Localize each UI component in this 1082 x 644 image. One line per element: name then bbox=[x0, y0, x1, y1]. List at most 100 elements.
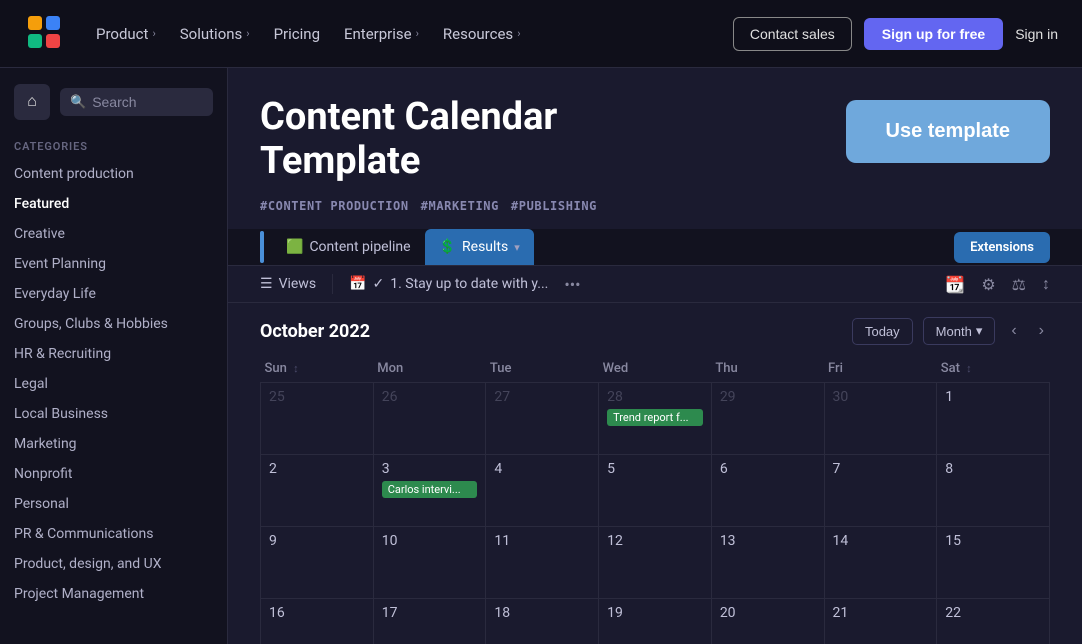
tag-publishing[interactable]: #PUBLISHING bbox=[511, 199, 597, 213]
logo[interactable] bbox=[24, 12, 64, 56]
nav-pricing[interactable]: Pricing bbox=[274, 25, 320, 43]
tab-content-pipeline[interactable]: 🟩 Content pipeline bbox=[272, 229, 425, 265]
calendar-day-cell[interactable]: 25 bbox=[261, 383, 374, 455]
sidebar-item-project-management[interactable]: Project Management bbox=[0, 579, 227, 609]
calendar-day-cell[interactable]: 30 bbox=[824, 383, 937, 455]
day-number: 6 bbox=[720, 461, 816, 477]
calendar-day-cell[interactable]: 11 bbox=[486, 527, 599, 599]
search-box[interactable]: 🔍 bbox=[60, 88, 213, 116]
calendar-day-cell[interactable]: 10 bbox=[373, 527, 486, 599]
content-area: Content Calendar Template Use template #… bbox=[228, 68, 1082, 644]
calendar-event[interactable]: Trend report f... bbox=[607, 409, 703, 426]
nav-solutions[interactable]: Solutions › bbox=[180, 25, 250, 43]
calendar-day-cell[interactable]: 6 bbox=[711, 455, 824, 527]
filter-icon[interactable]: ⚖ bbox=[1012, 275, 1026, 294]
sidebar-item-groups[interactable]: Groups, Clubs & Hobbies bbox=[0, 309, 227, 339]
calendar-day-cell[interactable]: 20 bbox=[711, 599, 824, 644]
calendar-day-cell[interactable]: 2 bbox=[261, 455, 374, 527]
tab-results[interactable]: 💲 Results ▾ bbox=[425, 229, 534, 265]
sidebar-item-personal[interactable]: Personal bbox=[0, 489, 227, 519]
calendar-day-cell[interactable]: 21 bbox=[824, 599, 937, 644]
calendar-day-cell[interactable]: 14 bbox=[824, 527, 937, 599]
sort-icon[interactable]: ↕ bbox=[1042, 274, 1050, 294]
nav-product[interactable]: Product › bbox=[96, 25, 156, 43]
sidebar-item-product-design[interactable]: Product, design, and UX bbox=[0, 549, 227, 579]
calendar-day-cell[interactable]: 15 bbox=[937, 527, 1050, 599]
calendar-day-cell[interactable]: 22 bbox=[937, 599, 1050, 644]
calendar-day-cell[interactable]: 3 Carlos intervi... bbox=[373, 455, 486, 527]
home-button[interactable]: ⌂ bbox=[14, 84, 50, 120]
calendar-day-cell[interactable]: 28 Trend report f... bbox=[599, 383, 712, 455]
sidebar-item-pr[interactable]: PR & Communications bbox=[0, 519, 227, 549]
nav-enterprise[interactable]: Enterprise › bbox=[344, 25, 419, 43]
calendar-day-cell[interactable]: 26 bbox=[373, 383, 486, 455]
use-template-button[interactable]: Use template bbox=[846, 100, 1051, 163]
sidebar-item-local-business[interactable]: Local Business bbox=[0, 399, 227, 429]
calendar-day-cell[interactable]: 1 bbox=[937, 383, 1050, 455]
col-fri: Fri bbox=[824, 355, 937, 383]
day-number: 25 bbox=[269, 389, 365, 405]
calendar-grid: Sun ↕ Mon Tue Wed Thu Fri Sat ↕ 25262728… bbox=[260, 355, 1050, 644]
day-number: 28 bbox=[607, 389, 703, 405]
day-number: 20 bbox=[720, 605, 816, 621]
settings-icon[interactable]: ⚙ bbox=[981, 275, 995, 294]
calendar-day-cell[interactable]: 13 bbox=[711, 527, 824, 599]
next-month-button[interactable]: › bbox=[1033, 318, 1050, 344]
day-number: 1 bbox=[945, 389, 1041, 405]
calendar-day-cell[interactable]: 5 bbox=[599, 455, 712, 527]
calendar-day-cell[interactable]: 8 bbox=[937, 455, 1050, 527]
calendar-day-cell[interactable]: 29 bbox=[711, 383, 824, 455]
calendar-day-cell[interactable]: 9 bbox=[261, 527, 374, 599]
calendar-icon[interactable]: 📆 bbox=[945, 275, 965, 294]
sidebar-item-hr[interactable]: HR & Recruiting bbox=[0, 339, 227, 369]
sidebar-item-content-production[interactable]: Content production bbox=[0, 159, 227, 189]
contact-sales-button[interactable]: Contact sales bbox=[733, 17, 852, 51]
calendar-day-cell[interactable]: 16 bbox=[261, 599, 374, 644]
day-number: 15 bbox=[945, 533, 1041, 549]
day-number: 11 bbox=[494, 533, 590, 549]
day-number: 16 bbox=[269, 605, 365, 621]
signin-button[interactable]: Sign in bbox=[1015, 26, 1058, 42]
tags-row: #CONTENT PRODUCTION #MARKETING #PUBLISHI… bbox=[228, 199, 1082, 229]
search-input[interactable] bbox=[92, 94, 203, 110]
calendar-week-row: 9101112131415 bbox=[261, 527, 1050, 599]
day-number: 17 bbox=[382, 605, 478, 621]
sidebar-item-creative[interactable]: Creative bbox=[0, 219, 227, 249]
calendar-day-cell[interactable]: 17 bbox=[373, 599, 486, 644]
nav-resources[interactable]: Resources › bbox=[443, 25, 521, 43]
nav-links: Product › Solutions › Pricing Enterprise… bbox=[96, 25, 701, 43]
day-number: 21 bbox=[833, 605, 929, 621]
chevron-down-icon: › bbox=[246, 27, 249, 40]
tag-content-production[interactable]: #CONTENT PRODUCTION bbox=[260, 199, 409, 213]
calendar-small-icon: 📅 bbox=[349, 276, 366, 292]
col-mon: Mon bbox=[373, 355, 486, 383]
calendar-area: October 2022 Today Month ▾ ‹ › Sun ↕ bbox=[228, 303, 1082, 644]
sidebar-item-event-planning[interactable]: Event Planning bbox=[0, 249, 227, 279]
more-options-icon[interactable]: ••• bbox=[564, 275, 580, 294]
sidebar-item-marketing[interactable]: Marketing bbox=[0, 429, 227, 459]
signup-button[interactable]: Sign up for free bbox=[864, 18, 1003, 50]
day-number: 30 bbox=[833, 389, 929, 405]
calendar-day-cell[interactable]: 12 bbox=[599, 527, 712, 599]
calendar-week-row: 16 17 1819 20 21 22 bbox=[261, 599, 1050, 644]
extensions-button[interactable]: Extensions bbox=[954, 232, 1050, 263]
calendar-event[interactable]: Carlos intervi... bbox=[382, 481, 478, 498]
template-title: Content Calendar Template bbox=[260, 96, 557, 183]
calendar-day-cell[interactable]: 19 bbox=[599, 599, 712, 644]
tag-marketing[interactable]: #MARKETING bbox=[421, 199, 499, 213]
today-button[interactable]: Today bbox=[852, 318, 913, 345]
month-button[interactable]: Month ▾ bbox=[923, 317, 996, 345]
sidebar-item-nonprofit[interactable]: Nonprofit bbox=[0, 459, 227, 489]
day-number: 12 bbox=[607, 533, 703, 549]
calendar-day-cell[interactable]: 7 bbox=[824, 455, 937, 527]
calendar-day-cell[interactable]: 27 bbox=[486, 383, 599, 455]
calendar-day-cell[interactable]: 18 bbox=[486, 599, 599, 644]
calendar-day-cell[interactable]: 4 bbox=[486, 455, 599, 527]
sidebar-item-featured[interactable]: Featured bbox=[0, 189, 227, 219]
day-number: 3 bbox=[382, 461, 478, 477]
prev-month-button[interactable]: ‹ bbox=[1005, 318, 1022, 344]
views-button[interactable]: ☰ Views bbox=[260, 276, 316, 292]
col-sun: Sun ↕ bbox=[261, 355, 374, 383]
sidebar-item-legal[interactable]: Legal bbox=[0, 369, 227, 399]
sidebar-item-everyday-life[interactable]: Everyday Life bbox=[0, 279, 227, 309]
